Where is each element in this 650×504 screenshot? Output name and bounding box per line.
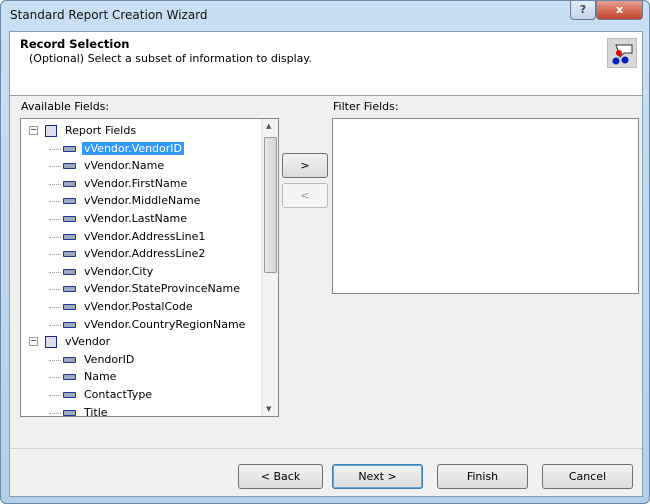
tree-item[interactable]: vVendor.AddressLine1 — [63, 228, 207, 245]
tree-connector — [49, 219, 61, 220]
collapse-toggle[interactable]: − — [29, 126, 38, 135]
wizard-body: Record Selection (Optional) Select a sub… — [9, 31, 643, 497]
cancel-button[interactable]: Cancel — [542, 464, 633, 489]
tree-connector — [49, 166, 61, 168]
tree-item-label: ContactType — [84, 388, 153, 401]
field-icon — [63, 216, 76, 222]
tree-connector — [49, 148, 61, 150]
tree-group[interactable]: Report Fields — [45, 122, 138, 139]
tree-item[interactable]: VendorID — [63, 351, 136, 368]
field-icon — [63, 304, 76, 310]
field-icon — [63, 286, 76, 293]
help-button[interactable]: ? — [570, 1, 596, 20]
tree-item-label: vVendor.FirstName — [84, 176, 188, 190]
collapse-toggle[interactable]: − — [29, 337, 38, 347]
tree-item[interactable]: vVendor.FirstName — [63, 175, 189, 192]
close-button[interactable]: x — [596, 1, 643, 20]
tree-item[interactable]: vVendor.CountryRegionName — [63, 316, 247, 333]
tree-connector — [49, 307, 61, 308]
tree-item-label: vVendor.CountryRegionName — [84, 317, 246, 331]
field-icon — [63, 163, 76, 170]
tree-item[interactable]: vVendor.VendorID — [63, 140, 185, 157]
tree-connector — [49, 412, 61, 414]
available-fields-label: Available Fields: — [21, 100, 110, 113]
tree-item-label: vVendor.AddressLine1 — [84, 229, 206, 243]
next-button[interactable]: Next > — [332, 464, 423, 489]
tree-item-label: VendorID — [84, 352, 135, 366]
tree-connector — [49, 254, 61, 256]
available-fields-tree[interactable]: ▲ ▼ − Report Fields vVendor.VendorID vVendo… — [20, 118, 279, 417]
field-icon — [63, 321, 76, 328]
window-title: Standard Report Creation Wizard — [10, 8, 208, 22]
footer-divider — [10, 448, 642, 449]
table-icon — [45, 336, 57, 349]
filter-fields-list[interactable] — [332, 118, 639, 294]
tree-connector — [49, 289, 61, 291]
tree-item[interactable]: vVendor.MiddleName — [63, 192, 202, 209]
tree-connector — [49, 324, 61, 326]
tree-item[interactable]: vVendor.Name — [63, 157, 166, 174]
tree-group[interactable]: vVendor — [45, 333, 112, 350]
tree-item-label: vVendor.AddressLine2 — [84, 247, 206, 261]
tree-item-label: vVendor.LastName — [84, 212, 188, 225]
tree-item-label: vVendor.PostalCode — [84, 300, 193, 313]
scroll-down-icon[interactable]: ▼ — [266, 405, 271, 413]
field-icon — [63, 198, 76, 205]
field-icon — [63, 233, 76, 240]
finish-button[interactable]: Finish — [437, 464, 528, 489]
tree-scrollbar[interactable]: ▲ ▼ — [261, 119, 278, 416]
tree-connector — [49, 201, 61, 203]
wizard-window: Standard Report Creation Wizard ? x Reco… — [0, 0, 650, 504]
tree-item[interactable]: vVendor.PostalCode — [63, 298, 195, 315]
page-title: Record Selection — [20, 37, 130, 51]
remove-field-button[interactable]: < — [282, 183, 328, 208]
scroll-up-icon[interactable]: ▲ — [266, 122, 271, 130]
report-fields-icon — [45, 125, 57, 137]
tree-connector — [49, 395, 61, 396]
tree-connector — [49, 377, 61, 379]
tree-connector — [49, 271, 61, 273]
tree-connector — [49, 359, 61, 361]
tree-item-label: Name — [84, 370, 117, 384]
tree-item-label: vVendor.StateProvinceName — [84, 282, 241, 296]
tree-item-label: vVendor.Name — [84, 159, 165, 173]
scroll-thumb[interactable] — [264, 137, 277, 273]
field-icon — [63, 392, 76, 398]
tree-connector — [49, 183, 61, 185]
tree-item[interactable]: vVendor.StateProvinceName — [63, 280, 242, 297]
field-icon — [63, 180, 76, 187]
field-icon — [63, 409, 76, 416]
back-button[interactable]: < Back — [238, 464, 323, 489]
record-selection-icon — [607, 38, 637, 68]
tree-item-label: vVendor.MiddleName — [84, 194, 201, 208]
tree-item[interactable]: ContactType — [63, 386, 154, 403]
tree-group-label: vVendor — [65, 335, 111, 349]
tree-item[interactable]: Title — [63, 404, 110, 417]
page-subtitle: (Optional) Select a subset of informatio… — [29, 52, 312, 65]
tree-item[interactable]: vVendor.City — [63, 263, 155, 280]
field-icon — [63, 374, 76, 381]
tree-item-label: Title — [84, 405, 108, 417]
tree-group-label: Report Fields — [65, 124, 137, 137]
wizard-header: Record Selection (Optional) Select a sub… — [10, 32, 642, 96]
tree-item-label: vVendor.VendorID — [82, 141, 185, 155]
tree-item[interactable]: Name — [63, 368, 118, 385]
tree-item[interactable]: vVendor.AddressLine2 — [63, 245, 207, 262]
field-icon — [63, 268, 76, 275]
field-icon — [63, 356, 76, 363]
tree-item-label: vVendor.City — [84, 264, 154, 278]
tree-item[interactable]: vVendor.LastName — [63, 210, 189, 227]
add-field-button[interactable]: > — [282, 153, 328, 178]
tree-connector — [49, 236, 61, 238]
filter-fields-label: Filter Fields: — [333, 100, 399, 113]
field-icon — [63, 145, 76, 152]
field-icon — [63, 251, 76, 258]
